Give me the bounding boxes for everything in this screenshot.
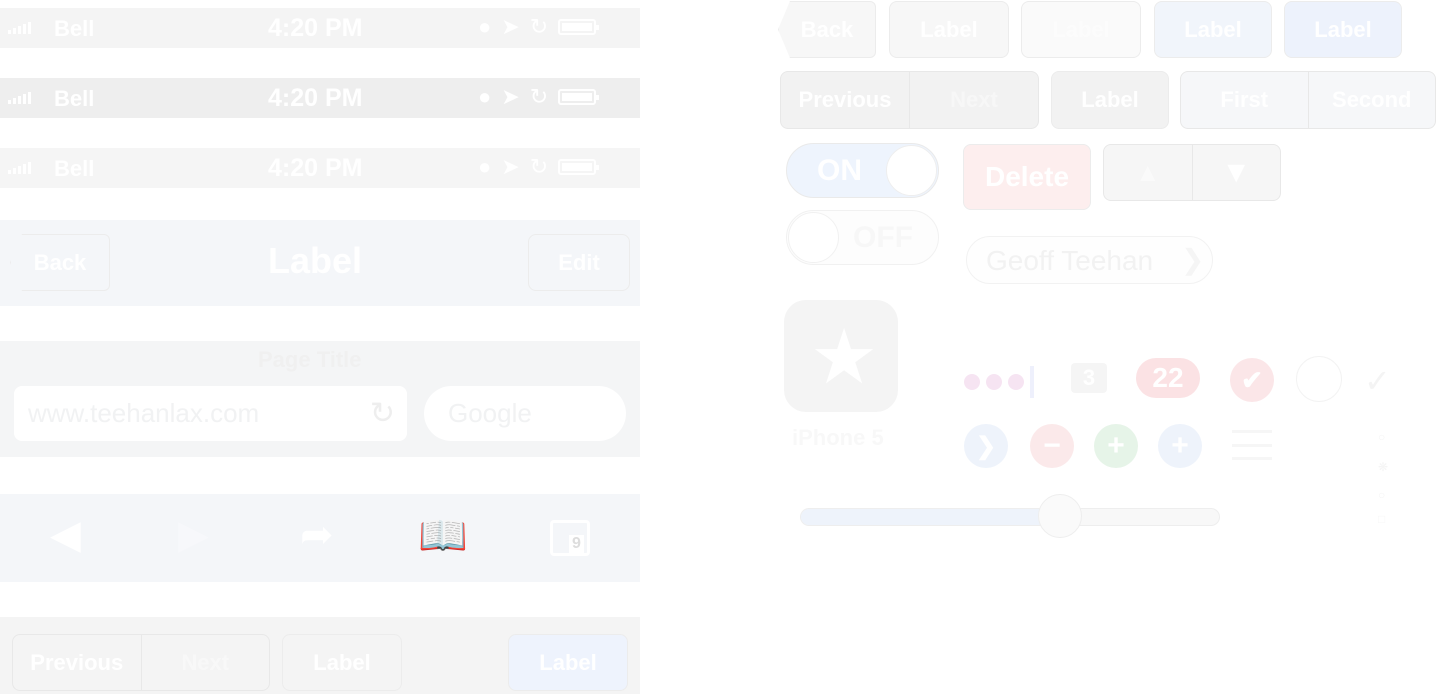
label-button-blue[interactable]: Label bbox=[1154, 1, 1272, 58]
status-bar: Bell 4:20 PM ● ➤ ↻ bbox=[0, 148, 640, 188]
switch-knob[interactable] bbox=[788, 212, 839, 263]
next-button[interactable]: Next bbox=[909, 72, 1038, 128]
star-icon: ★ bbox=[810, 315, 879, 400]
navigation-bar: Back Label Edit bbox=[0, 220, 640, 306]
count-badge: 3 bbox=[1071, 363, 1107, 393]
battery-icon bbox=[558, 159, 600, 175]
url-field[interactable]: www.teehanlax.com ↻ bbox=[14, 386, 407, 441]
contact-token[interactable]: Geoff Teehan ❯ bbox=[966, 236, 1213, 284]
page-dot bbox=[1008, 374, 1024, 390]
page-dot bbox=[964, 374, 980, 390]
status-bar: Bell 4:20 PM ● ➤ ↻ bbox=[0, 8, 640, 48]
browser-toolbar: ◀ ▶ ➦ 📖 9 bbox=[0, 494, 640, 582]
battery-icon bbox=[558, 19, 600, 35]
label-button-blue[interactable]: Label bbox=[1284, 1, 1402, 58]
up-down-stepper: ▲ ▼ bbox=[1103, 144, 1281, 201]
page-dot bbox=[986, 374, 1002, 390]
empty-radio-icon[interactable] bbox=[1296, 356, 1342, 402]
status-time: 4:20 PM bbox=[268, 154, 363, 182]
previous-next-segmented-control: Previous Next bbox=[780, 71, 1039, 129]
toggle-switch-on[interactable]: ON bbox=[786, 143, 939, 198]
bookmarks-icon[interactable]: 📖 bbox=[418, 512, 468, 559]
reorder-handle-icon[interactable] bbox=[1232, 430, 1272, 460]
activity-spinner-icon: ❋ bbox=[1378, 460, 1389, 474]
notification-badge: 22 bbox=[1136, 358, 1200, 398]
remove-icon[interactable]: − bbox=[1030, 424, 1074, 468]
forward-arrow-icon[interactable]: ▶ bbox=[178, 512, 209, 558]
status-bar: Bell 4:20 PM ● ➤ ↻ bbox=[0, 78, 640, 118]
chevron-right-icon: ❯ bbox=[1181, 244, 1205, 275]
url-value: www.teehanlax.com bbox=[28, 398, 260, 428]
previous-button[interactable]: Previous bbox=[13, 635, 141, 690]
first-second-segmented-control: First Second bbox=[1180, 71, 1436, 129]
back-arrow-icon[interactable]: ◀ bbox=[50, 512, 81, 558]
contact-name: Geoff Teehan bbox=[986, 245, 1154, 276]
label-button[interactable]: Label bbox=[282, 634, 402, 691]
nav-title: Label bbox=[268, 240, 363, 281]
next-button[interactable]: Next bbox=[140, 635, 270, 690]
signal-strength-icon bbox=[8, 22, 31, 34]
add-green-icon[interactable]: + bbox=[1094, 424, 1138, 468]
checkmark-icon: ✓ bbox=[1364, 363, 1391, 399]
location-arrow-icon: ➤ bbox=[501, 84, 520, 109]
signal-strength-icon bbox=[8, 162, 31, 174]
slider-fill bbox=[801, 509, 1061, 525]
search-placeholder: Google bbox=[448, 398, 532, 428]
checkmark-red-icon[interactable]: ✔ bbox=[1230, 358, 1274, 402]
tabs-count: 9 bbox=[569, 535, 584, 553]
switch-on-label: ON bbox=[817, 154, 862, 187]
clock-icon: ● bbox=[478, 154, 492, 179]
rotation-lock-icon: ↻ bbox=[529, 14, 549, 39]
label-button-primary[interactable]: Label bbox=[508, 634, 628, 691]
label-button-disabled[interactable]: Label bbox=[1021, 1, 1141, 58]
location-arrow-icon: ➤ bbox=[501, 154, 520, 179]
page-title: Page Title bbox=[258, 347, 362, 372]
label-button[interactable]: Label bbox=[1051, 71, 1169, 129]
page-indicator[interactable] bbox=[964, 366, 1034, 398]
segment-first[interactable]: First bbox=[1181, 72, 1308, 128]
down-arrow-icon[interactable]: ▼ bbox=[1191, 145, 1281, 200]
rotation-lock-icon: ↻ bbox=[529, 154, 549, 179]
label-button[interactable]: Label bbox=[889, 1, 1009, 58]
add-blue-icon[interactable]: + bbox=[1158, 424, 1202, 468]
small-circle-icon: ○ bbox=[1378, 430, 1386, 444]
up-arrow-icon[interactable]: ▲ bbox=[1104, 145, 1192, 200]
back-button[interactable]: Back bbox=[778, 1, 876, 58]
search-field[interactable]: Google bbox=[424, 386, 626, 441]
bottom-toolbar: Previous Next Label Label bbox=[0, 617, 640, 694]
previous-button[interactable]: Previous bbox=[781, 72, 909, 128]
rotation-lock-icon: ↻ bbox=[529, 84, 549, 109]
small-circle-icon: ○ bbox=[1378, 488, 1386, 502]
status-time: 4:20 PM bbox=[268, 84, 363, 112]
app-icon-label: iPhone 5 bbox=[792, 425, 884, 450]
previous-next-segmented-control: Previous Next bbox=[12, 634, 270, 691]
page-bar bbox=[1030, 366, 1034, 398]
delete-button[interactable]: Delete bbox=[963, 144, 1091, 210]
switch-off-label: OFF bbox=[853, 221, 913, 254]
toggle-switch-off[interactable]: OFF bbox=[786, 210, 939, 265]
back-button[interactable]: Back bbox=[10, 234, 110, 291]
carrier-name: Bell bbox=[54, 86, 95, 111]
url-bar: Page Title www.teehanlax.com ↻ Google bbox=[0, 341, 640, 457]
small-square-icon: □ bbox=[1378, 512, 1386, 526]
signal-strength-icon bbox=[8, 92, 31, 104]
battery-icon bbox=[558, 89, 600, 105]
clock-icon: ● bbox=[478, 14, 492, 39]
reload-icon[interactable]: ↻ bbox=[370, 396, 395, 431]
carrier-name: Bell bbox=[54, 16, 95, 41]
carrier-name: Bell bbox=[54, 156, 95, 181]
location-arrow-icon: ➤ bbox=[501, 14, 520, 39]
switch-knob[interactable] bbox=[886, 145, 937, 196]
tabs-icon[interactable]: 9 bbox=[550, 520, 590, 556]
disclosure-arrow-icon[interactable]: ❯ bbox=[964, 424, 1008, 468]
status-time: 4:20 PM bbox=[268, 14, 363, 42]
share-icon[interactable]: ➦ bbox=[300, 512, 334, 558]
edit-button[interactable]: Edit bbox=[528, 234, 630, 291]
app-icon[interactable]: ★ bbox=[784, 300, 898, 412]
slider-track[interactable] bbox=[800, 508, 1220, 526]
clock-icon: ● bbox=[478, 84, 492, 109]
segment-second[interactable]: Second bbox=[1307, 72, 1436, 128]
slider-thumb[interactable] bbox=[1038, 494, 1082, 538]
